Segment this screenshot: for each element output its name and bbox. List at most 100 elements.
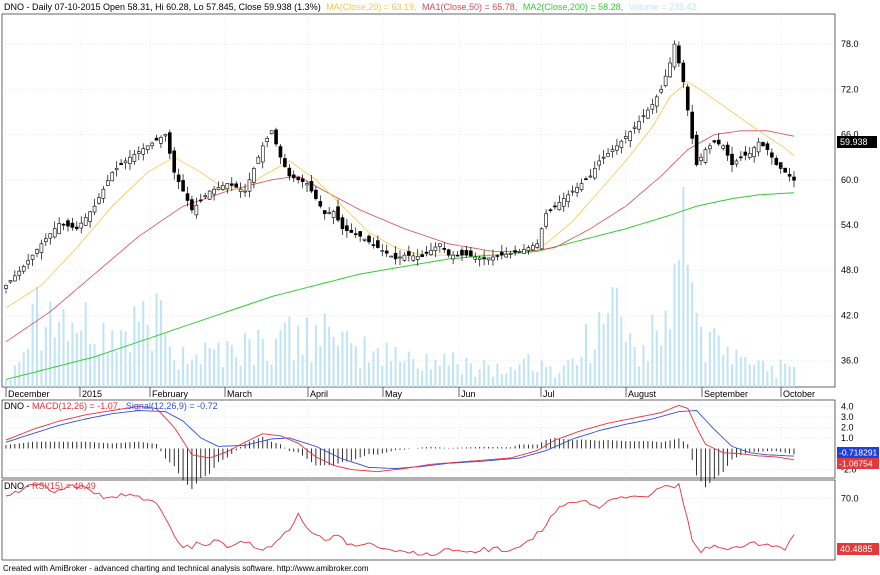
volume-bar [84, 302, 87, 387]
volume-bar [49, 301, 52, 387]
candle-body [327, 212, 331, 214]
volume-bar [390, 361, 393, 387]
volume-bar [447, 365, 450, 387]
volume-bar [412, 359, 415, 387]
candle-body [407, 251, 411, 256]
candle-body [531, 245, 535, 251]
candle-body [424, 251, 429, 254]
volume-bar [584, 323, 587, 387]
candle-body [234, 183, 239, 188]
candle-body [141, 148, 146, 155]
volume-bar [115, 351, 118, 387]
volume-bar [71, 322, 74, 387]
volume-bar [562, 365, 565, 387]
volume-bar [128, 352, 131, 387]
volume-bar [314, 325, 317, 387]
candle-body [340, 217, 345, 230]
price-tick-label: 78.0 [841, 39, 859, 49]
volume-bar [306, 317, 309, 387]
candle-body [632, 126, 637, 129]
ma200-legend: MA2(Close,200) = 58.28, [523, 2, 623, 12]
volume-bar [368, 362, 371, 387]
volume-bar [337, 345, 340, 387]
candle-body [66, 220, 70, 227]
volume-bar [244, 332, 247, 387]
volume-bar [111, 330, 114, 387]
candle-body [167, 132, 172, 154]
candle-body [252, 168, 256, 183]
candle-body [52, 228, 57, 238]
candle-body [539, 228, 544, 250]
volume-bar [9, 379, 12, 387]
volume-bar [226, 341, 229, 387]
rsi-value-badge: 40.4885 [837, 543, 879, 555]
candle-body [137, 151, 141, 154]
volume-bar [407, 351, 410, 387]
candle-body [225, 183, 230, 190]
volume-bar [80, 330, 83, 387]
candle-body [566, 194, 571, 202]
volume-bar [328, 326, 331, 387]
date-tick-label: August [628, 389, 657, 399]
candle-body [336, 206, 340, 221]
volume-bar [598, 311, 601, 387]
volume-bar [487, 365, 490, 387]
volume-bar [713, 328, 716, 387]
volume-bar [27, 348, 30, 387]
volume-bar [53, 337, 56, 387]
volume-bar [669, 329, 672, 387]
candle-body [83, 217, 88, 226]
volume-bar [359, 368, 362, 387]
rsi-pane-title: DNO - RSI(15) = 40.49 [4, 481, 96, 491]
volume-bar [399, 361, 401, 387]
volume-bar [642, 345, 645, 387]
macd-pane-title: DNO - MACD(12,26) = -1.07, Signal(12,26,… [4, 401, 218, 411]
candle-body [371, 244, 376, 246]
volume-bar [168, 346, 171, 387]
volume-bar [673, 263, 676, 387]
volume-bar [682, 187, 685, 387]
candle-body [384, 250, 389, 254]
volume-bar [775, 378, 778, 387]
candle-body [283, 158, 287, 167]
candle-body [216, 187, 221, 190]
volume-bar [137, 322, 140, 387]
volume-bar [744, 356, 747, 387]
candle-body [584, 178, 588, 181]
volume-bar [646, 361, 649, 387]
signal-badge-label: -1.06754 [839, 459, 873, 469]
volume-bar [332, 337, 335, 387]
candle-body [309, 181, 314, 192]
candle-body [685, 86, 690, 111]
volume-bar [536, 372, 539, 387]
candle-body [677, 45, 681, 64]
candle-body [247, 179, 252, 192]
candle-body [203, 195, 208, 198]
volume-bar [106, 352, 109, 387]
candle-body [473, 256, 478, 260]
background [0, 0, 880, 575]
candle-body [114, 168, 119, 171]
candle-body [92, 205, 97, 213]
candle-body [106, 180, 110, 186]
volume-bar [452, 352, 455, 387]
candle-body [97, 197, 101, 204]
candle-body [380, 250, 385, 252]
volume-bar [301, 354, 304, 387]
volume-bar [753, 364, 756, 387]
candle-body [389, 255, 393, 258]
volume-bar [474, 376, 477, 387]
volume-bar [230, 345, 233, 387]
candle-body [185, 193, 190, 201]
candle-body [75, 226, 79, 230]
candle-body [345, 225, 349, 231]
volume-bar [31, 303, 34, 387]
volume-bar [784, 363, 787, 387]
candle-body [464, 249, 469, 256]
volume-bar [545, 367, 548, 387]
candle-body [123, 160, 128, 164]
candle-body [61, 223, 66, 226]
candle-body [460, 249, 464, 256]
volume-bar [695, 313, 698, 387]
date-tick-label: February [152, 389, 189, 399]
